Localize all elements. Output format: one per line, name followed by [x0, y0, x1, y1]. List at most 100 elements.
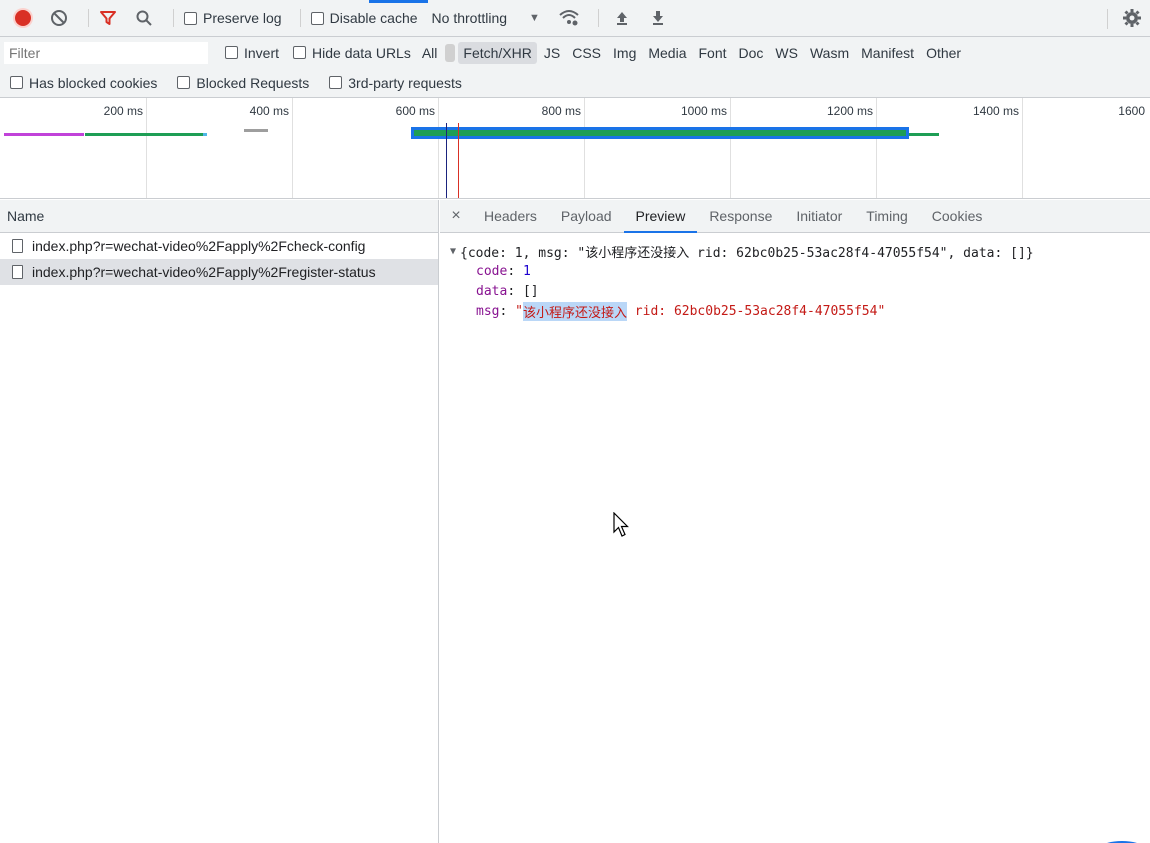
expand-triangle-icon[interactable]: ▼	[446, 246, 460, 257]
colon: :	[499, 303, 516, 319]
json-property: data: []	[440, 281, 1150, 301]
name-column-header[interactable]: Name	[0, 200, 438, 233]
has-blocked-cookies-checkbox[interactable]: Has blocked cookies	[10, 75, 157, 91]
request-row[interactable]: index.php?r=wechat-video%2Fapply%2Fcheck…	[0, 233, 438, 259]
checkbox-box[interactable]	[310, 11, 324, 25]
chevron-down-icon: ▼	[529, 12, 540, 24]
tick-label: 1400 ms	[972, 104, 1019, 118]
grid-line	[292, 98, 293, 198]
grid-line	[876, 98, 877, 198]
selected-text[interactable]: 该小程序还没接入	[522, 301, 627, 321]
tick-label: 200 ms	[103, 104, 143, 118]
filter-input[interactable]	[3, 40, 209, 65]
colon: :	[507, 263, 523, 279]
filter-icon	[100, 11, 116, 25]
record-button[interactable]	[10, 5, 36, 31]
close-icon[interactable]: ×	[440, 200, 472, 232]
request-filter-bar: Has blocked cookies Blocked Requests 3rd…	[0, 68, 1150, 98]
disable-cache-checkbox[interactable]: Disable cache	[310, 10, 418, 26]
file-icon	[12, 239, 23, 253]
active-panel-indicator	[369, 0, 428, 3]
type-filter-media[interactable]: Media	[643, 42, 691, 64]
tick-label: 1600	[1118, 104, 1145, 118]
clear-button[interactable]	[46, 5, 72, 31]
search-button[interactable]	[131, 5, 157, 31]
json-value: []	[522, 283, 539, 299]
json-value: 1	[522, 263, 531, 279]
export-har-button[interactable]	[645, 5, 671, 31]
filter-toggle-button[interactable]	[95, 5, 121, 31]
request-details: × Headers Payload Preview Response Initi…	[440, 200, 1150, 843]
tick-label: 1200 ms	[826, 104, 873, 118]
tick-label: 400 ms	[249, 104, 289, 118]
wifi-settings-icon	[559, 10, 579, 26]
filter-bar: Invert Hide data URLs All Fetch/XHR JS C…	[0, 37, 1150, 68]
resource-type-filters: All Fetch/XHR JS CSS Img Media Font Doc …	[417, 41, 966, 64]
checkbox-box[interactable]	[184, 11, 197, 25]
json-root-line[interactable]: ▼ {code: 1, msg: "该小程序还没接入 rid: 62bc0b25-…	[440, 241, 1150, 261]
type-filter-wasm[interactable]: Wasm	[805, 42, 854, 64]
blocked-requests-label: Blocked Requests	[196, 74, 310, 91]
json-value: rid: 62bc0b25-53ac28f4-47055f54"	[626, 303, 886, 319]
timeline-bar	[85, 133, 203, 136]
has-blocked-cookies-label: Has blocked cookies	[29, 74, 158, 91]
json-property: msg: " 该小程序还没接入 rid: 62bc0b25-53ac28f4-47…	[440, 301, 1150, 321]
grid-line	[1022, 98, 1023, 198]
request-name: index.php?r=wechat-video%2Fapply%2Fcheck…	[32, 238, 366, 254]
request-name: index.php?r=wechat-video%2Fapply%2Fregis…	[32, 264, 376, 280]
separator	[173, 9, 174, 27]
tick-label: 800 ms	[541, 104, 581, 118]
search-icon	[136, 10, 152, 26]
type-filter-fetch-xhr[interactable]: Fetch/XHR	[458, 41, 537, 64]
checkbox-box[interactable]	[293, 46, 307, 59]
json-preview: ▼ {code: 1, msg: "该小程序还没接入 rid: 62bc0b25-…	[440, 233, 1150, 321]
type-filter-css[interactable]: CSS	[567, 42, 606, 64]
grid-line	[146, 98, 147, 198]
network-conditions-button[interactable]	[556, 5, 582, 31]
type-filter-ws[interactable]: WS	[770, 42, 803, 64]
throttling-select[interactable]: No throttling ▼	[432, 10, 540, 26]
separator	[445, 43, 456, 62]
request-row[interactable]: index.php?r=wechat-video%2Fapply%2Fregis…	[0, 259, 438, 285]
invert-label: Invert	[244, 44, 280, 61]
tab-cookies[interactable]: Cookies	[920, 200, 995, 232]
name-column-label: Name	[7, 208, 45, 224]
request-list: Name index.php?r=wechat-video%2Fapply%2F…	[0, 200, 439, 843]
type-filter-js[interactable]: JS	[539, 42, 565, 64]
settings-button[interactable]	[1122, 8, 1142, 31]
type-filter-img[interactable]: Img	[608, 42, 641, 64]
import-har-button[interactable]	[609, 5, 635, 31]
type-filter-manifest[interactable]: Manifest	[856, 42, 919, 64]
network-overview-timeline[interactable]: 200 ms 400 ms 600 ms 800 ms 1000 ms 1200…	[0, 98, 1150, 199]
mouse-cursor-icon	[613, 512, 629, 537]
json-value-quote: "	[515, 303, 523, 319]
tab-response[interactable]: Response	[697, 200, 784, 232]
colon: :	[507, 283, 523, 299]
hide-data-urls-label: Hide data URLs	[312, 44, 411, 61]
third-party-requests-checkbox[interactable]: 3rd-party requests	[329, 75, 462, 91]
tab-timing[interactable]: Timing	[854, 200, 920, 232]
checkbox-box[interactable]	[225, 46, 238, 59]
preserve-log-checkbox[interactable]: Preserve log	[184, 10, 282, 26]
tab-initiator[interactable]: Initiator	[784, 200, 854, 232]
separator	[1107, 9, 1108, 29]
tab-payload[interactable]: Payload	[549, 200, 624, 232]
json-summary: {code: 1, msg: "该小程序还没接入 rid: 62bc0b25-5…	[460, 245, 1034, 261]
invert-checkbox[interactable]: Invert	[225, 45, 279, 61]
tab-preview[interactable]: Preview	[623, 200, 698, 233]
type-filter-doc[interactable]: Doc	[734, 42, 769, 64]
separator	[299, 9, 301, 27]
file-icon	[12, 265, 23, 279]
checkbox-box[interactable]	[329, 76, 343, 89]
hide-data-urls-checkbox[interactable]: Hide data URLs	[293, 45, 411, 61]
blocked-requests-checkbox[interactable]: Blocked Requests	[177, 75, 309, 91]
checkbox-box[interactable]	[10, 76, 23, 89]
selected-timeline-bar[interactable]	[411, 127, 909, 139]
checkbox-box[interactable]	[177, 76, 191, 89]
type-filter-other[interactable]: Other	[921, 42, 966, 64]
tab-headers[interactable]: Headers	[472, 200, 549, 232]
type-filter-font[interactable]: Font	[694, 42, 732, 64]
type-filter-all[interactable]: All	[417, 42, 443, 64]
download-icon	[652, 11, 663, 25]
grid-line	[584, 98, 585, 198]
